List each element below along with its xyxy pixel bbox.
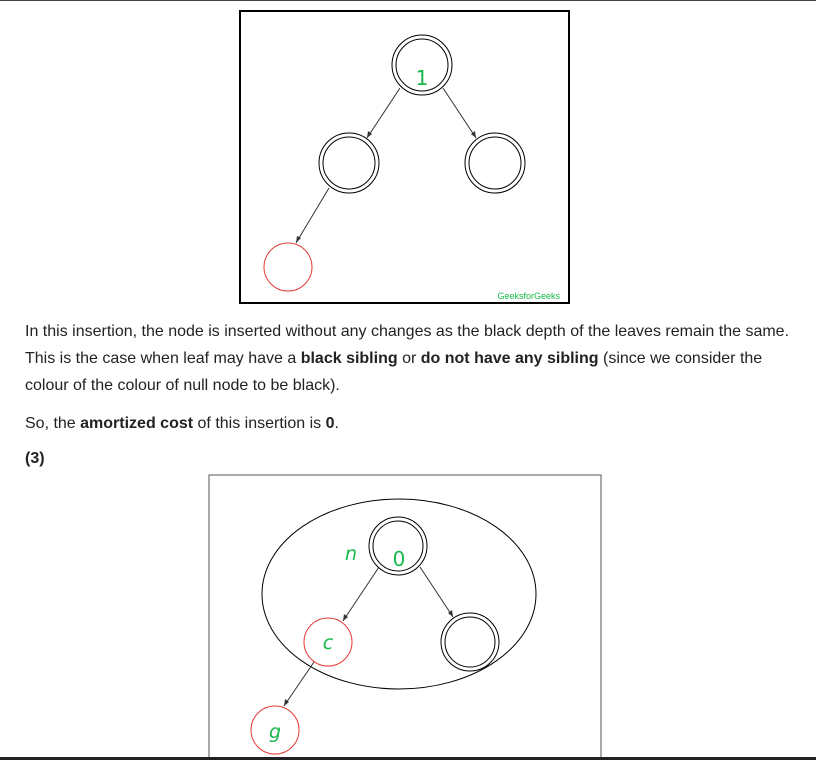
section-label: (3) (25, 450, 45, 467)
root-node-label: 1 (416, 66, 429, 90)
text-span: of this insertion is (193, 415, 326, 432)
text-span: . (334, 415, 339, 432)
right-node-inner (444, 616, 496, 668)
red-leaf-node (263, 242, 313, 292)
g-node-label: g (269, 721, 281, 743)
tree-figure-2: n 0 c g (208, 474, 603, 760)
watermark-text: GeeksforGeeks (497, 291, 560, 301)
tree-diagram-1: 1 GeeksforGeeks (239, 10, 570, 304)
document-page: 1 GeeksforGeeks In this insertion, the n… (0, 0, 816, 760)
top-divider (0, 0, 816, 1)
text-span: So, the (25, 415, 81, 432)
tree-diagram-2: n 0 c g (208, 474, 602, 760)
n-label: n (345, 543, 357, 565)
bold-no-sibling: do not have any sibling (420, 350, 599, 367)
left-node-inner (322, 136, 376, 190)
bold-black-sibling: black sibling (300, 350, 398, 367)
root-node-label: 0 (393, 547, 406, 571)
paragraph-amortized-cost: So, the amortized cost of this insertion… (25, 410, 800, 437)
paragraph-insertion-explanation: In this insertion, the node is inserted … (25, 318, 800, 399)
text-span: or (397, 350, 421, 367)
right-node-inner (468, 136, 522, 190)
c-node-label: c (323, 632, 334, 654)
bold-amortized-cost: amortized cost (80, 415, 194, 432)
tree-figure-1: 1 GeeksforGeeks (239, 10, 571, 306)
